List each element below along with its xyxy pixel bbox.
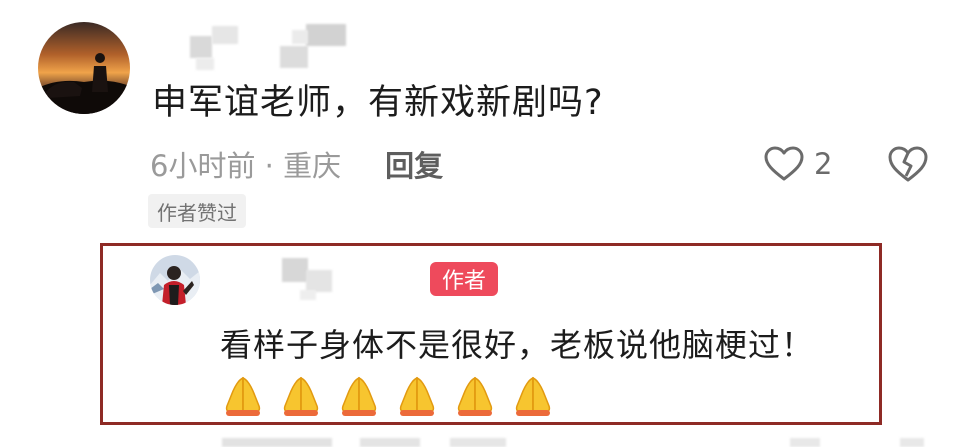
comment-meta: 6小时前 · 重庆 回复 (150, 142, 443, 186)
dislike-button[interactable] (888, 144, 928, 184)
folded-hands-emoji (283, 376, 319, 416)
folded-hands-emoji (341, 376, 377, 416)
folded-hands-emoji (225, 376, 261, 416)
avatar-image (38, 22, 130, 114)
heart-outline-icon (764, 146, 804, 181)
reply-button[interactable]: 回复 (385, 143, 443, 185)
folded-hands-emoji (457, 376, 493, 416)
author-badge: 作者 (430, 262, 499, 296)
comment-text: 申军谊老师，有新戏新剧吗? (152, 83, 604, 123)
broken-heart-icon (888, 146, 928, 182)
like-count: 2 (814, 147, 833, 181)
author-liked-tag: 作者赞过 (148, 194, 246, 228)
like-button[interactable]: 2 (764, 142, 832, 186)
reply-text: 看样子身体不是很好，老板说他脑梗过！ (220, 326, 815, 364)
avatar[interactable] (38, 22, 130, 114)
comment-thread: 申军谊老师，有新戏新剧吗? 6小时前 · 重庆 回复 2 作者赞过 作者 看样子… (0, 0, 960, 447)
comment-time-location: 6小时前 · 重庆 (150, 149, 342, 183)
emoji-row (222, 372, 554, 416)
folded-hands-emoji (515, 376, 551, 416)
author-avatar[interactable] (150, 255, 200, 305)
folded-hands-emoji (399, 376, 435, 416)
author-avatar-image (150, 255, 200, 305)
